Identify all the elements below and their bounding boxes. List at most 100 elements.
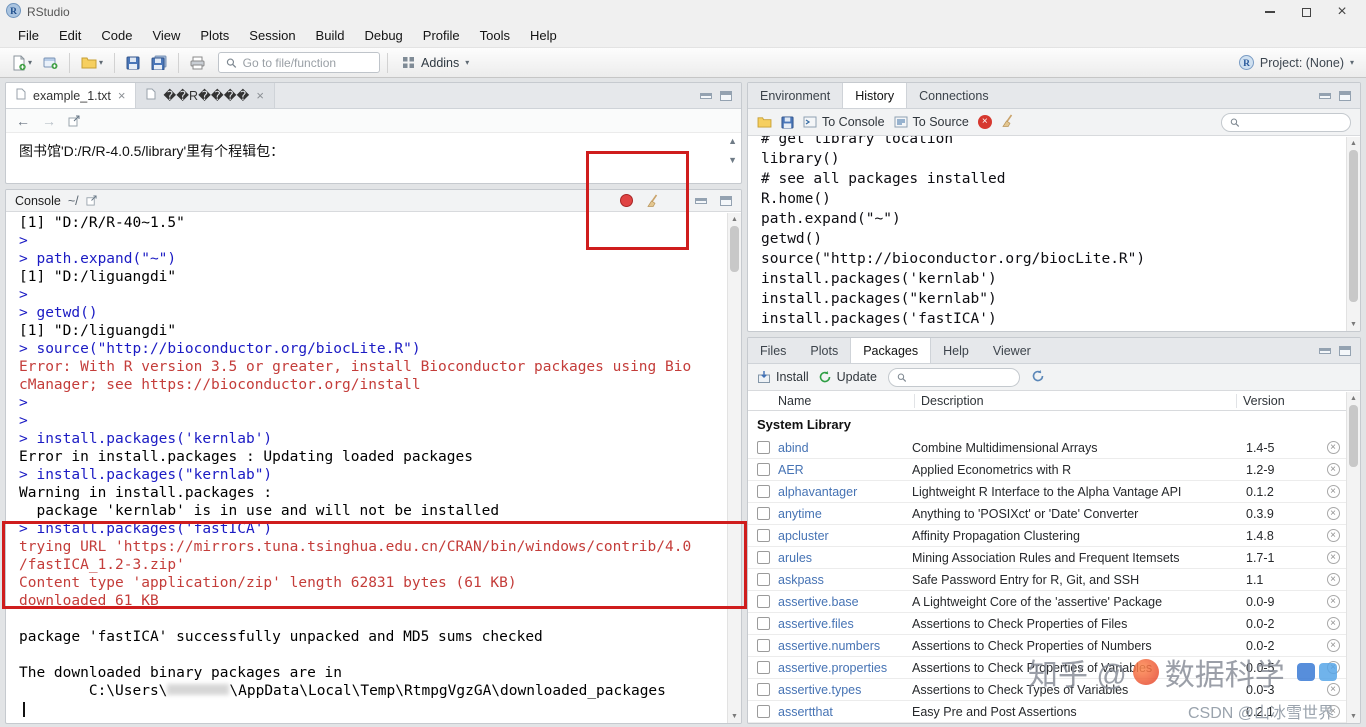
package-name-link[interactable]: assertive.files <box>778 617 906 631</box>
packages-search-input[interactable] <box>912 370 1011 384</box>
package-name-link[interactable]: askpass <box>778 573 906 587</box>
install-button[interactable]: Install <box>757 370 809 384</box>
stop-button[interactable] <box>620 194 633 207</box>
goto-file-search[interactable] <box>218 52 381 73</box>
package-remove-button[interactable]: × <box>1320 551 1346 564</box>
scroll-down-icon[interactable]: ▼ <box>728 156 737 165</box>
scroll-up-icon[interactable]: ▲ <box>1350 137 1357 150</box>
packages-scrollbar[interactable]: ▲ ▼ <box>1346 392 1360 723</box>
scroll-down-icon[interactable]: ▼ <box>731 710 738 723</box>
package-name-link[interactable]: alphavantager <box>778 485 906 499</box>
package-checkbox[interactable] <box>757 617 770 630</box>
maximize-pane-icon[interactable] <box>720 195 732 206</box>
source-editor[interactable]: 图书馆'D:/R/R-4.0.5/library'里有个程辑包： ▲ ▼ <box>6 133 741 183</box>
scrollbar-thumb[interactable] <box>1349 405 1358 467</box>
goto-file-input[interactable] <box>242 55 373 70</box>
package-remove-button[interactable]: × <box>1320 573 1346 586</box>
maximize-pane-icon[interactable] <box>720 90 732 101</box>
new-file-button[interactable]: ▾ <box>8 52 36 74</box>
maximize-pane-icon[interactable] <box>1339 345 1351 356</box>
to-console-button[interactable]: To Console <box>803 115 885 129</box>
popout-icon[interactable] <box>68 115 80 127</box>
history-entry[interactable]: path.expand("~") <box>761 209 1342 229</box>
package-remove-button[interactable]: × <box>1320 529 1346 542</box>
scrollbar-thumb[interactable] <box>730 226 739 272</box>
scroll-down-icon[interactable]: ▼ <box>1350 710 1357 723</box>
tab-environment[interactable]: Environment <box>748 83 842 108</box>
project-selector[interactable]: R Project: (None) ▾ <box>1238 55 1358 70</box>
menu-plots[interactable]: Plots <box>190 25 239 46</box>
menu-code[interactable]: Code <box>91 25 142 46</box>
history-search-input[interactable] <box>1245 115 1342 129</box>
close-button[interactable]: × <box>1324 1 1360 23</box>
save-all-button[interactable] <box>147 52 171 73</box>
refresh-packages-button[interactable] <box>1031 369 1045 386</box>
back-arrow-icon[interactable]: ← <box>16 114 30 128</box>
package-name-link[interactable]: abind <box>778 441 906 455</box>
package-checkbox[interactable] <box>757 529 770 542</box>
package-remove-button[interactable]: × <box>1320 617 1346 630</box>
popout-icon[interactable] <box>86 195 97 206</box>
column-name[interactable]: Name <box>778 394 914 408</box>
scrollbar-thumb[interactable] <box>1349 150 1358 302</box>
minimize-button[interactable] <box>1252 1 1288 23</box>
maximize-button[interactable] <box>1288 1 1324 23</box>
package-checkbox[interactable] <box>757 507 770 520</box>
history-entry[interactable]: install.packages("kernlab") <box>761 289 1342 309</box>
package-checkbox[interactable] <box>757 485 770 498</box>
tab-close-icon[interactable]: × <box>256 88 264 103</box>
forward-arrow-icon[interactable]: → <box>42 114 56 128</box>
minimize-pane-icon[interactable] <box>1319 92 1331 99</box>
menu-file[interactable]: File <box>8 25 49 46</box>
tab-plots[interactable]: Plots <box>798 338 850 363</box>
package-name-link[interactable]: apcluster <box>778 529 906 543</box>
new-project-button[interactable] <box>39 52 62 73</box>
package-checkbox[interactable] <box>757 441 770 454</box>
package-checkbox[interactable] <box>757 639 770 652</box>
tab-packages[interactable]: Packages <box>850 338 932 363</box>
package-checkbox[interactable] <box>757 683 770 696</box>
menu-edit[interactable]: Edit <box>49 25 91 46</box>
remove-history-button[interactable]: × <box>977 115 992 129</box>
package-remove-button[interactable]: × <box>1320 485 1346 498</box>
column-description[interactable]: Description <box>914 393 1236 408</box>
save-history-button[interactable] <box>781 115 794 129</box>
scroll-up-icon[interactable]: ▲ <box>728 137 737 146</box>
console-output[interactable]: [1] "D:/R/R-40~1.5" > > path.expand("~") [… <box>6 212 741 723</box>
print-button[interactable] <box>186 53 209 73</box>
history-scrollbar[interactable]: ▲ ▼ <box>1346 137 1360 331</box>
tab-files[interactable]: Files <box>748 338 798 363</box>
open-file-button[interactable]: ▾ <box>77 53 107 72</box>
package-checkbox[interactable] <box>757 705 770 718</box>
minimize-pane-icon[interactable] <box>700 92 712 99</box>
package-checkbox[interactable] <box>757 551 770 564</box>
package-remove-button[interactable]: × <box>1320 441 1346 454</box>
package-remove-button[interactable]: × <box>1320 507 1346 520</box>
package-checkbox[interactable] <box>757 661 770 674</box>
clear-console-button[interactable] <box>646 194 660 208</box>
package-name-link[interactable]: assertthat <box>778 705 906 719</box>
maximize-pane-icon[interactable] <box>1339 90 1351 101</box>
packages-search[interactable] <box>887 367 1020 387</box>
package-name-link[interactable]: arules <box>778 551 906 565</box>
menu-help[interactable]: Help <box>520 25 567 46</box>
source-tab[interactable]: ��R���� × <box>136 83 275 108</box>
menu-session[interactable]: Session <box>239 25 305 46</box>
scroll-up-icon[interactable]: ▲ <box>1350 392 1357 405</box>
package-checkbox[interactable] <box>757 573 770 586</box>
package-name-link[interactable]: assertive.numbers <box>778 639 906 653</box>
package-name-link[interactable]: assertive.types <box>778 683 906 697</box>
tab-help[interactable]: Help <box>931 338 981 363</box>
source-tab[interactable]: example_1.txt × <box>6 83 137 108</box>
console-scrollbar[interactable]: ▲ ▼ <box>727 213 741 723</box>
update-button[interactable]: Update <box>818 370 877 384</box>
package-checkbox[interactable] <box>757 595 770 608</box>
package-name-link[interactable]: assertive.properties <box>778 661 906 675</box>
menu-view[interactable]: View <box>142 25 190 46</box>
history-entry[interactable]: library() <box>761 149 1342 169</box>
history-entry[interactable]: getwd() <box>761 229 1342 249</box>
column-version[interactable]: Version <box>1236 393 1318 408</box>
menu-build[interactable]: Build <box>306 25 355 46</box>
package-name-link[interactable]: anytime <box>778 507 906 521</box>
menu-debug[interactable]: Debug <box>354 25 412 46</box>
